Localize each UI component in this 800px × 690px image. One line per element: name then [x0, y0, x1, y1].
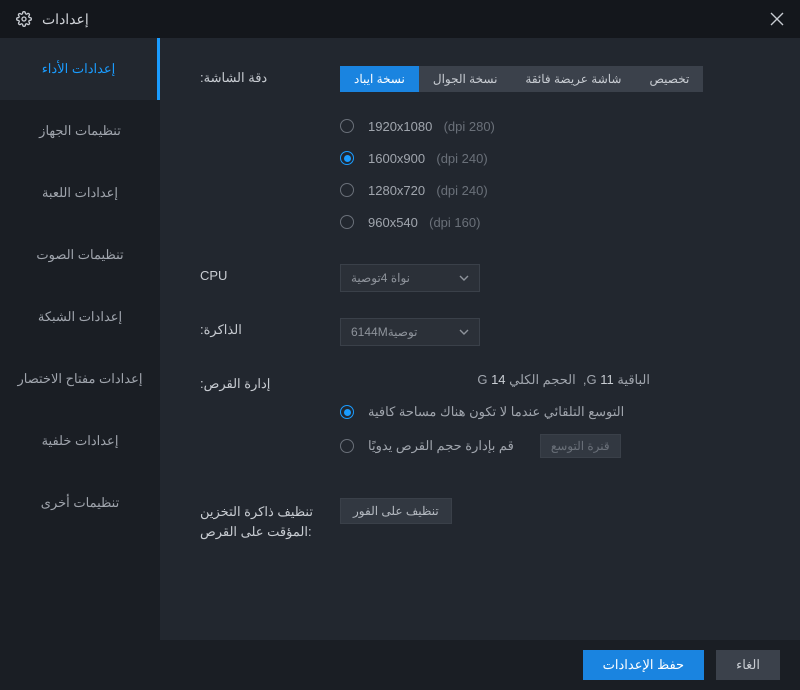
sidebar: إعدادات الأداء تنظيمات الجهاز إعدادات ال… [0, 38, 160, 640]
expand-button: قنرة التوسع [540, 434, 621, 458]
cancel-button[interactable]: الغاء [716, 650, 780, 680]
sidebar-item-game[interactable]: إعدادات اللعبة [0, 162, 160, 224]
sidebar-item-label: إعدادات خلفية [42, 433, 119, 449]
sidebar-item-label: إعدادات مفتاح الاختصار [18, 371, 143, 387]
sidebar-item-other[interactable]: تنظيمات أخرى [0, 472, 160, 534]
radio-icon [340, 439, 354, 453]
close-icon[interactable] [770, 12, 784, 26]
cache-label: تنظيف ذاكرة التخزين المؤقت على القرص: [200, 498, 340, 541]
disk-auto-expand[interactable]: التوسع التلقائي عندما لا تكون هناك مساحة… [340, 404, 760, 420]
chevron-down-icon [459, 329, 469, 335]
resolution-option-960[interactable]: 960x540 (dpi 160) [340, 206, 760, 238]
memory-value: 6144Mتوصية [351, 325, 418, 339]
gear-icon [16, 11, 32, 27]
cpu-select[interactable]: نواة 4توصية [340, 264, 480, 292]
radio-icon [340, 151, 354, 165]
res-value: 1280x720 [368, 183, 425, 198]
resolution-option-1600[interactable]: 1600x900 (dpi 240) [340, 142, 760, 174]
radio-icon [340, 405, 354, 419]
tab-mobile[interactable]: نسخة الجوال [419, 66, 512, 92]
radio-icon [340, 119, 354, 133]
sidebar-item-device[interactable]: تنظيمات الجهاز [0, 100, 160, 162]
cpu-label: CPU [200, 264, 340, 292]
chevron-down-icon [459, 275, 469, 281]
resolution-option-1920[interactable]: 1920x1080 (dpi 280) [340, 110, 760, 142]
sidebar-item-shortcut[interactable]: إعدادات مفتاح الاختصار [0, 348, 160, 410]
tab-ultrawide[interactable]: شاشة عريضة فائقة [511, 66, 635, 92]
res-dpi: (dpi 160) [429, 215, 480, 230]
titlebar: إعدادات [0, 0, 800, 38]
disk-manual[interactable]: قم بإدارة حجم القرص يدويًا قنرة التوسع [340, 434, 760, 458]
res-value: 1920x1080 [368, 119, 432, 134]
window-title: إعدادات [42, 11, 89, 28]
footer: حفظ الإعدادات الغاء [0, 640, 800, 690]
sidebar-item-wallpaper[interactable]: إعدادات خلفية [0, 410, 160, 472]
sidebar-item-label: تنظيمات الجهاز [39, 123, 121, 139]
radio-icon [340, 183, 354, 197]
memory-select[interactable]: 6144Mتوصية [340, 318, 480, 346]
resolution-option-1280[interactable]: 1280x720 (dpi 240) [340, 174, 760, 206]
disk-info: الباقية 11 G, الحجم الكلي 14 G [340, 372, 650, 388]
sidebar-item-label: إعدادات الأداء [42, 61, 116, 77]
clean-cache-button[interactable]: تنظيف على الفور [340, 498, 452, 524]
radio-icon [340, 215, 354, 229]
res-dpi: (dpi 280) [444, 119, 495, 134]
memory-label: :الذاكرة [200, 318, 340, 346]
sidebar-item-label: إعدادات الشبكة [38, 309, 122, 325]
res-value: 1600x900 [368, 151, 425, 166]
cpu-value: نواة 4توصية [351, 271, 410, 285]
disk-manual-label: قم بإدارة حجم القرص يدويًا [368, 438, 514, 454]
res-dpi: (dpi 240) [436, 151, 487, 166]
resolution-tabs: نسخة ايباد نسخة الجوال شاشة عريضة فائقة … [340, 66, 760, 92]
sidebar-item-label: إعدادات اللعبة [42, 185, 118, 201]
sidebar-item-label: تنظيمات الصوت [36, 247, 123, 263]
sidebar-item-sound[interactable]: تنظيمات الصوت [0, 224, 160, 286]
save-button[interactable]: حفظ الإعدادات [583, 650, 704, 680]
sidebar-item-network[interactable]: إعدادات الشبكة [0, 286, 160, 348]
resolution-label: :دقة الشاشة [200, 66, 340, 238]
sidebar-item-label: تنظيمات أخرى [41, 495, 119, 511]
res-dpi: (dpi 240) [436, 183, 487, 198]
res-value: 960x540 [368, 215, 418, 230]
disk-auto-label: التوسع التلقائي عندما لا تكون هناك مساحة… [368, 404, 624, 420]
disk-label: :إدارة القرص [200, 372, 340, 472]
sidebar-item-performance[interactable]: إعدادات الأداء [0, 38, 160, 100]
tab-custom[interactable]: تخصيص [635, 66, 703, 92]
main-panel: :دقة الشاشة نسخة ايباد نسخة الجوال شاشة … [160, 38, 800, 640]
tab-ipad[interactable]: نسخة ايباد [340, 66, 419, 92]
